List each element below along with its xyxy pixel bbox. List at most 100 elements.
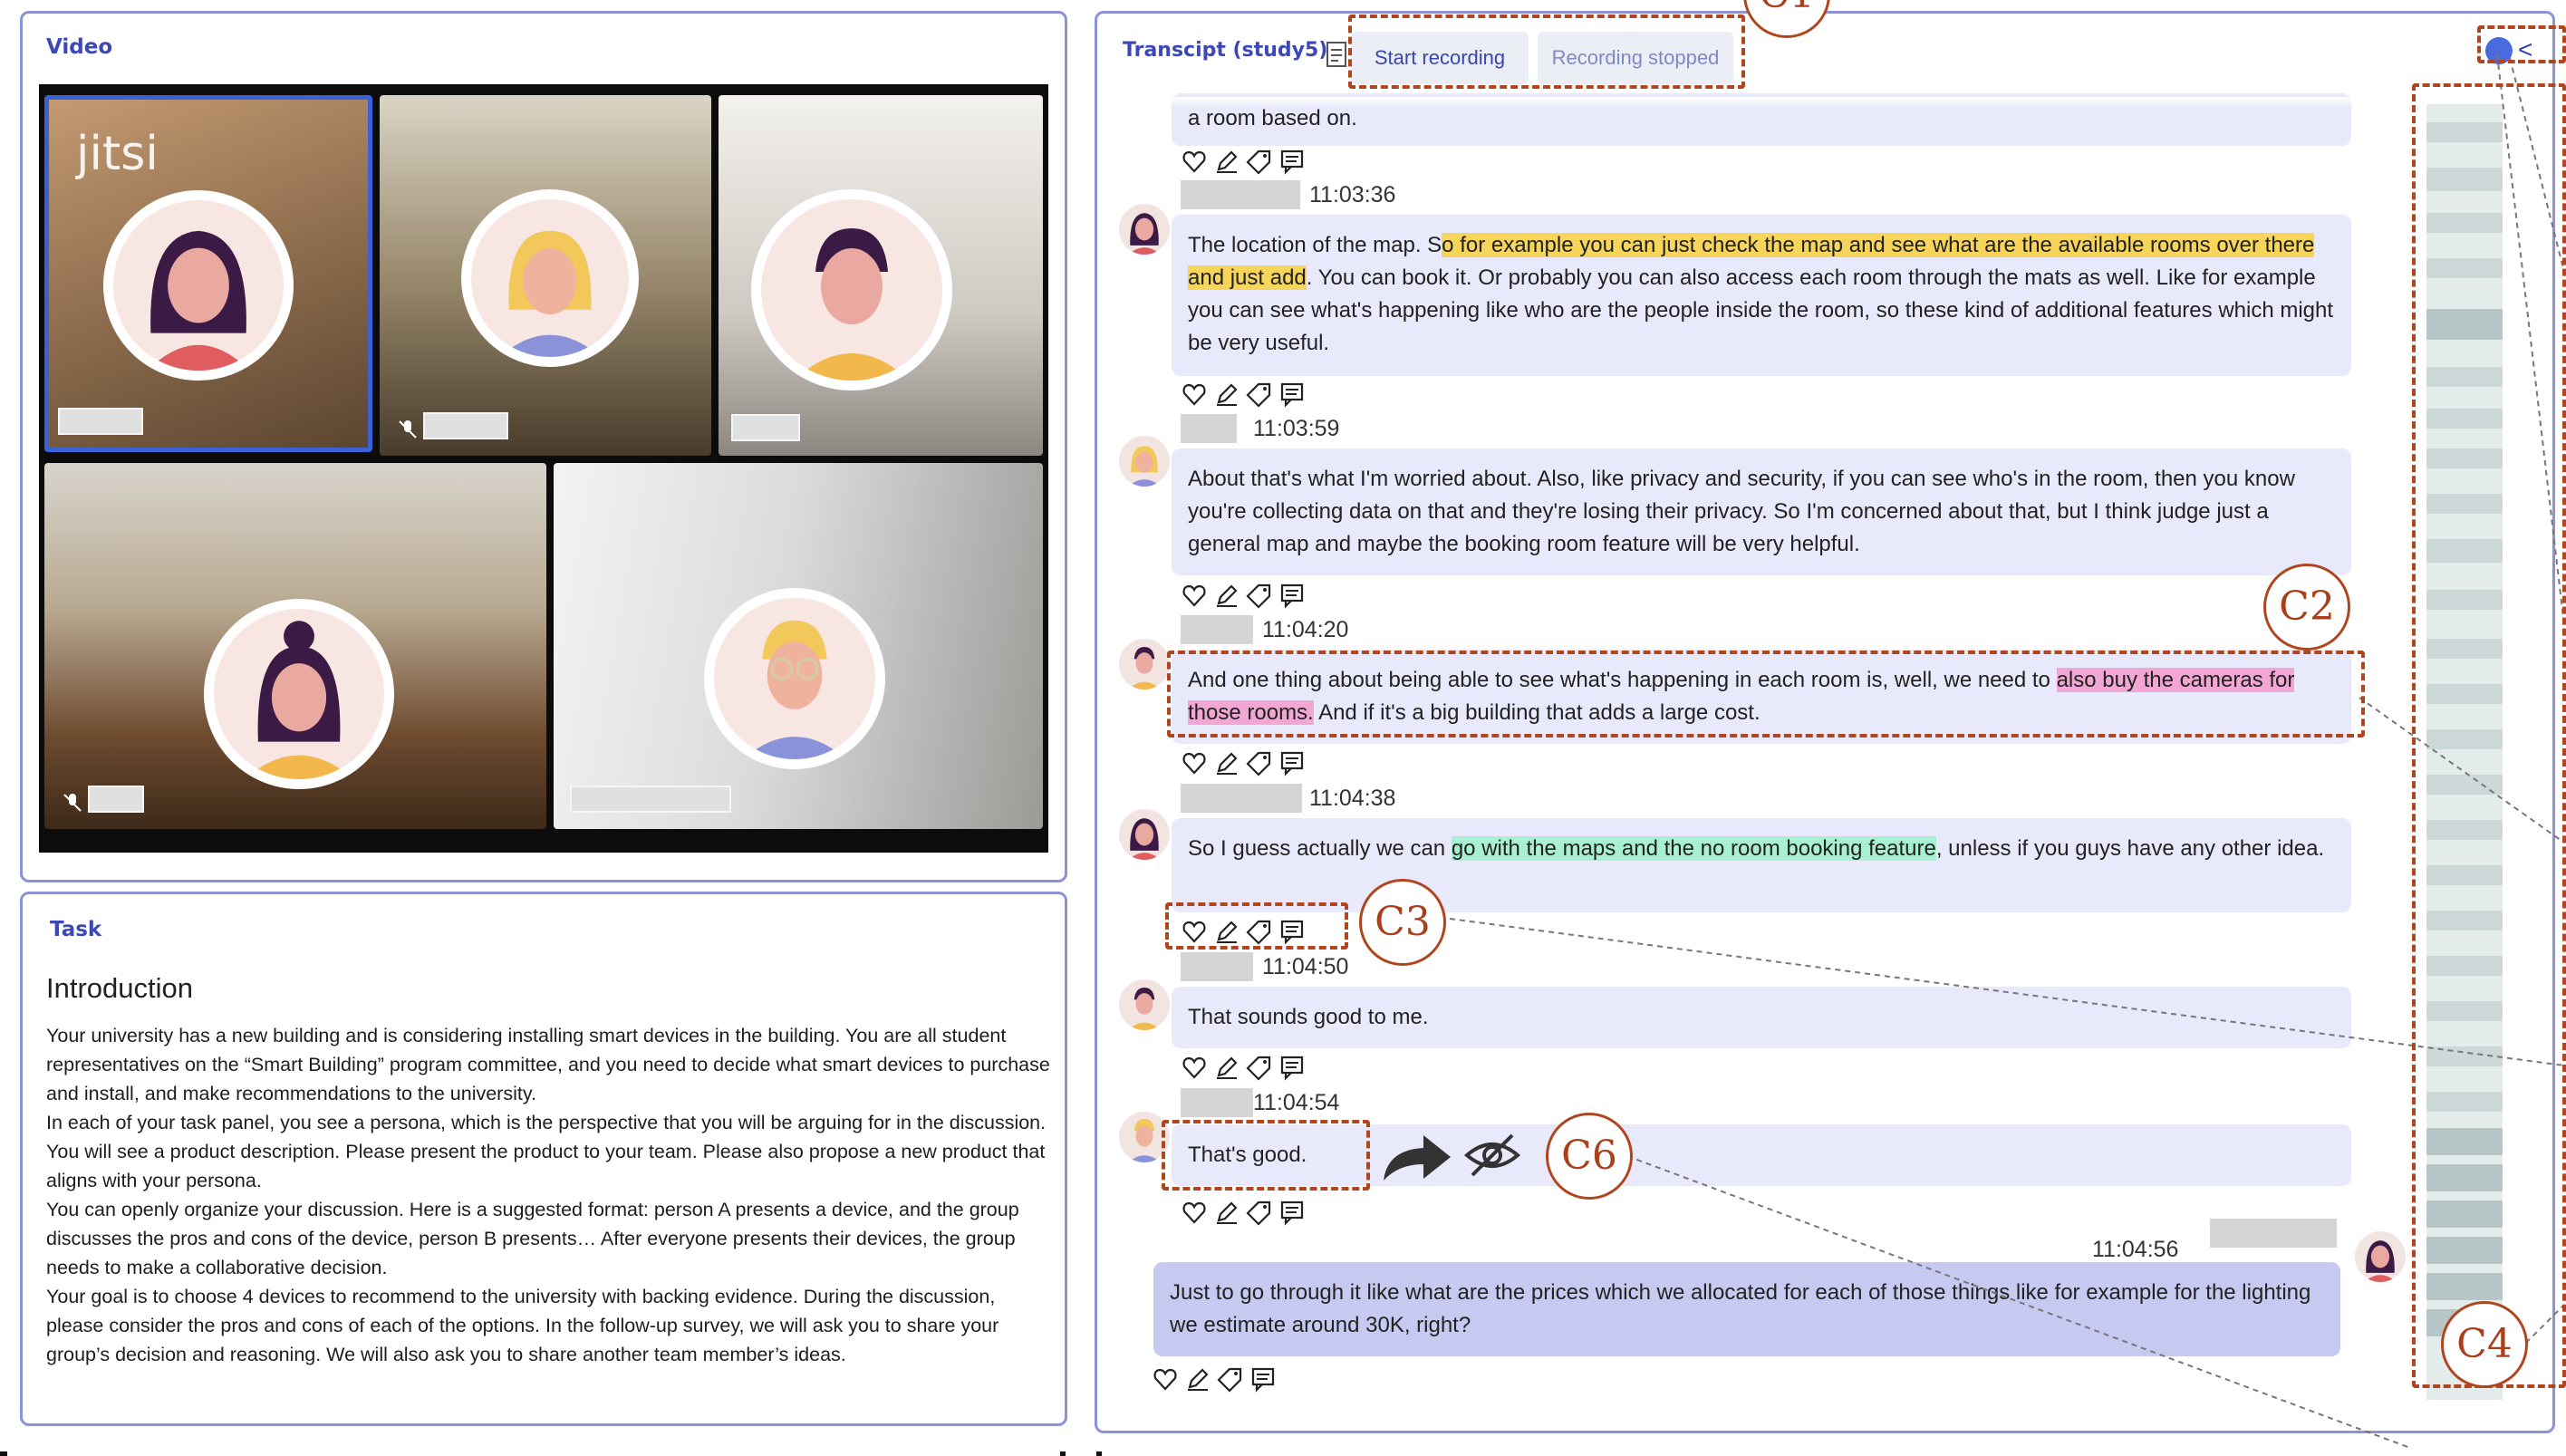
avatar xyxy=(204,599,394,789)
comment-icon[interactable] xyxy=(1278,1054,1306,1081)
heart-icon[interactable] xyxy=(1181,381,1208,408)
task-paragraph: Your university has a new building and i… xyxy=(46,1025,1050,1104)
message-text: That sounds good to me. xyxy=(1188,1005,1429,1029)
message-text: The location of the map. S xyxy=(1188,233,1442,257)
speaker-name-redacted xyxy=(1181,952,1253,981)
task-panel: Task Introduction Your university has a … xyxy=(20,892,1067,1426)
message-actions xyxy=(1181,1054,1306,1081)
annotation-c6-box xyxy=(1162,1120,1370,1191)
annotation-c1-box xyxy=(1348,14,1745,89)
avatar xyxy=(751,189,952,391)
transcript-message-self[interactable]: Just to go through it like what are the … xyxy=(1153,1262,2340,1356)
comment-icon[interactable] xyxy=(1249,1365,1277,1393)
avatar xyxy=(704,588,885,769)
message-actions xyxy=(1181,148,1306,175)
pencil-icon[interactable] xyxy=(1213,381,1240,408)
annotation-c3-label: C3 xyxy=(1359,879,1446,966)
pencil-icon[interactable] xyxy=(1213,148,1240,175)
task-heading: Introduction xyxy=(46,972,193,1004)
speaker-name-redacted xyxy=(1181,180,1300,209)
annotation-c6-label: C6 xyxy=(1546,1113,1633,1200)
annotation-c4-box xyxy=(2412,83,2566,1388)
participant-name-redacted xyxy=(731,414,800,441)
participant-name-redacted xyxy=(423,412,508,439)
video-grid: jitsi xyxy=(39,84,1048,853)
message-text: Just to go through it like what are the … xyxy=(1170,1280,2311,1337)
document-icon[interactable] xyxy=(1326,41,1347,72)
message-text: So I guess actually we can xyxy=(1188,836,1452,861)
participant-name-redacted xyxy=(88,786,144,813)
heart-icon[interactable] xyxy=(1181,749,1208,776)
annotation-c3-box xyxy=(1165,902,1348,950)
comment-icon[interactable] xyxy=(1278,749,1306,776)
message-timestamp: 11:04:56 xyxy=(2092,1237,2179,1262)
heart-icon[interactable] xyxy=(1181,148,1208,175)
pencil-icon[interactable] xyxy=(1213,749,1240,776)
heart-icon[interactable] xyxy=(1181,582,1208,609)
comment-icon[interactable] xyxy=(1278,1199,1306,1226)
transcript-message[interactable]: That sounds good to me. xyxy=(1172,987,2351,1048)
bottom-edge-marks xyxy=(0,1451,1102,1456)
mic-muted-icon xyxy=(396,418,420,441)
jitsi-logo: jitsi xyxy=(76,127,159,181)
video-tile-4[interactable] xyxy=(44,463,546,829)
pencil-icon[interactable] xyxy=(1213,582,1240,609)
avatar xyxy=(1119,979,1170,1030)
tag-icon[interactable] xyxy=(1246,148,1273,175)
participant-name-redacted xyxy=(58,408,143,435)
message-timestamp: 11:04:54 xyxy=(1253,1090,1340,1115)
transcript-title: Transcipt (study5) xyxy=(1123,39,1328,62)
message-actions xyxy=(1181,381,1306,408)
message-timestamp: 11:03:59 xyxy=(1253,416,1340,441)
transcript-message[interactable]: The location of the map. So for example … xyxy=(1172,215,2351,376)
comment-icon[interactable] xyxy=(1278,381,1306,408)
annotation-c5-box xyxy=(2477,25,2566,63)
message-timestamp: 11:04:50 xyxy=(1262,954,1349,979)
tag-icon[interactable] xyxy=(1246,1199,1273,1226)
pencil-icon[interactable] xyxy=(1213,1199,1240,1226)
message-text: a room based on. xyxy=(1188,106,1357,130)
pencil-icon[interactable] xyxy=(1213,1054,1240,1081)
message-actions xyxy=(1181,749,1306,776)
avatar xyxy=(1119,436,1170,487)
video-tile-3[interactable] xyxy=(719,95,1043,456)
annotation-c2-box xyxy=(1167,651,2365,738)
avatar xyxy=(2355,1231,2406,1282)
comment-icon[interactable] xyxy=(1278,582,1306,609)
tag-icon[interactable] xyxy=(1246,381,1273,408)
tag-icon[interactable] xyxy=(1246,1054,1273,1081)
message-actions xyxy=(1152,1365,1277,1393)
message-timestamp: 11:04:38 xyxy=(1309,786,1396,811)
video-tile-5[interactable] xyxy=(554,463,1043,829)
mic-muted-icon xyxy=(61,791,84,815)
video-tile-1[interactable]: jitsi xyxy=(44,95,372,452)
video-panel-title: Video xyxy=(46,35,113,59)
message-actions xyxy=(1181,582,1306,609)
forward-arrow-icon[interactable] xyxy=(1378,1128,1454,1191)
message-timestamp: 11:03:36 xyxy=(1309,182,1396,207)
heart-icon[interactable] xyxy=(1181,1199,1208,1226)
video-panel: Video jitsi xyxy=(20,11,1067,882)
eye-off-icon[interactable] xyxy=(1463,1128,1521,1187)
comment-icon[interactable] xyxy=(1278,148,1306,175)
task-description: Your university has a new building and i… xyxy=(46,1021,1052,1369)
video-tile-2[interactable] xyxy=(380,95,711,456)
message-text: , unless if you guys have any other idea… xyxy=(1935,836,2325,861)
avatar xyxy=(1119,204,1170,255)
speaker-name-redacted xyxy=(2210,1219,2337,1248)
tag-icon[interactable] xyxy=(1246,749,1273,776)
heart-icon[interactable] xyxy=(1152,1365,1179,1393)
task-paragraph: In each of your task panel, you see a pe… xyxy=(46,1112,1047,1191)
annotation-c2-label: C2 xyxy=(2263,564,2350,651)
transcript-message[interactable]: So I guess actually we can go with the m… xyxy=(1172,818,2351,912)
message-text: . You can book it. Or probably you can a… xyxy=(1188,265,2334,355)
transcript-message[interactable]: About that's what I'm worried about. Als… xyxy=(1172,448,2351,575)
tag-icon[interactable] xyxy=(1217,1365,1244,1393)
tag-icon[interactable] xyxy=(1246,582,1273,609)
heart-icon[interactable] xyxy=(1181,1054,1208,1081)
speaker-name-redacted xyxy=(1181,615,1253,644)
highlighted-text[interactable]: go with the maps and the no room booking… xyxy=(1451,836,1936,861)
speaker-name-redacted xyxy=(1181,1088,1253,1117)
speaker-name-redacted xyxy=(1181,414,1237,443)
pencil-icon[interactable] xyxy=(1184,1365,1211,1393)
